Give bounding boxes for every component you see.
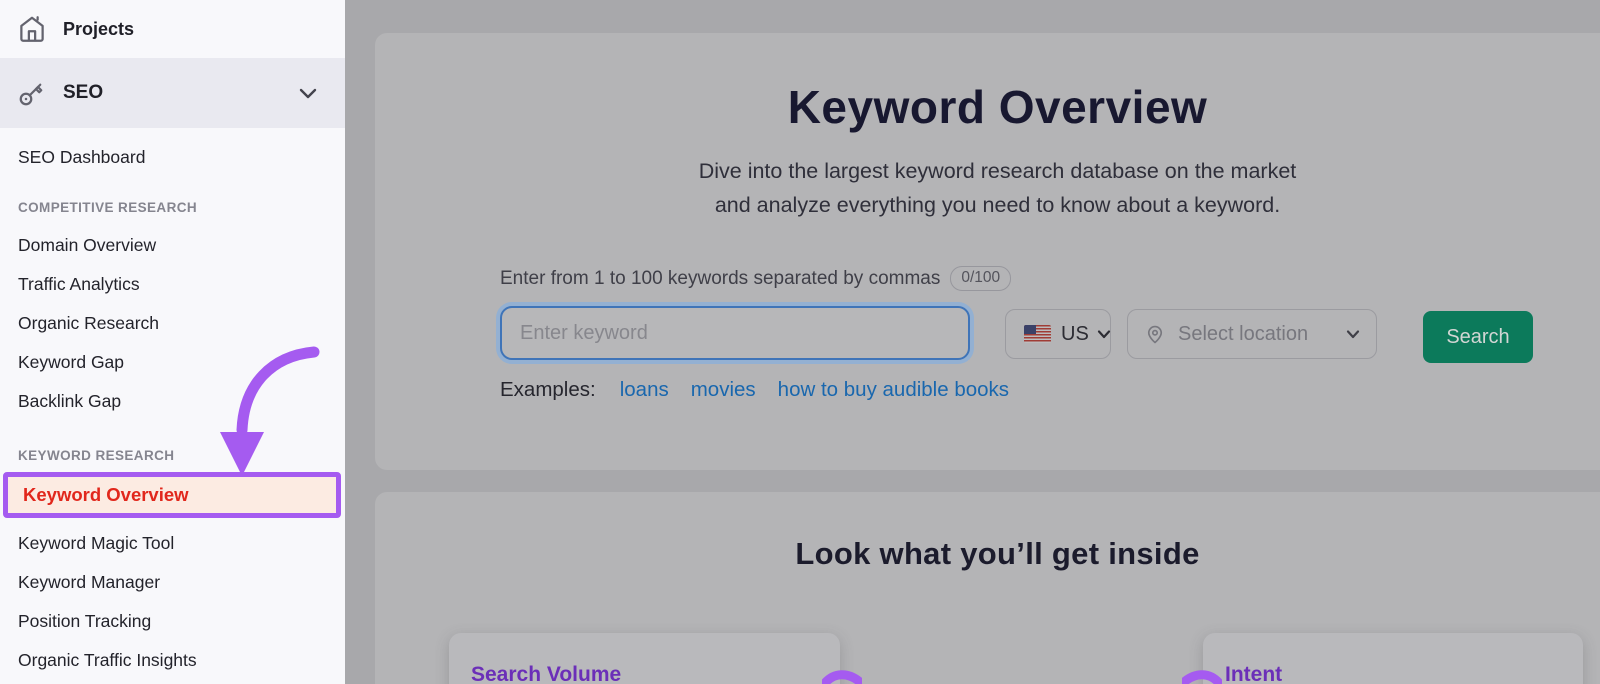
sidebar-item-organic-research[interactable]: Organic Research bbox=[0, 304, 345, 343]
chevron-down-icon[interactable] bbox=[299, 87, 317, 99]
examples-label: Examples: bbox=[500, 378, 596, 402]
country-code: US bbox=[1061, 323, 1089, 346]
chevron-down-icon bbox=[1097, 329, 1111, 339]
location-placeholder: Select location bbox=[1178, 323, 1308, 346]
page-subtitle-line1: Dive into the largest keyword research d… bbox=[375, 154, 1600, 188]
search-button[interactable]: Search bbox=[1423, 311, 1533, 363]
sidebar-item-backlink-gap[interactable]: Backlink Gap bbox=[0, 382, 345, 421]
keyword-input[interactable] bbox=[500, 306, 970, 360]
sidebar-item-traffic-analytics[interactable]: Traffic Analytics bbox=[0, 265, 345, 304]
search-volume-card: Search Volume bbox=[449, 633, 840, 684]
sidebar-header-competitive-research: COMPETITIVE RESEARCH bbox=[0, 177, 345, 226]
keyword-overview-card: Keyword Overview Dive into the largest k… bbox=[375, 33, 1600, 470]
sidebar-item-keyword-gap[interactable]: Keyword Gap bbox=[0, 343, 345, 382]
search-label: Enter from 1 to 100 keywords separated b… bbox=[500, 268, 940, 290]
main-content: Keyword Overview Dive into the largest k… bbox=[345, 0, 1600, 684]
us-flag-icon bbox=[1024, 325, 1051, 343]
example-link-audible-books[interactable]: how to buy audible books bbox=[778, 378, 1009, 402]
sidebar-item-keyword-manager[interactable]: Keyword Manager bbox=[0, 563, 345, 602]
inside-preview-card: Look what you’ll get inside Search Volum… bbox=[375, 492, 1600, 684]
page-subtitle: Dive into the largest keyword research d… bbox=[375, 154, 1600, 222]
sidebar-item-keyword-overview-active[interactable]: Keyword Overview bbox=[3, 472, 341, 518]
search-label-row: Enter from 1 to 100 keywords separated b… bbox=[500, 266, 1011, 291]
page-title: Keyword Overview bbox=[375, 80, 1600, 134]
location-dropdown[interactable]: Select location bbox=[1127, 309, 1377, 359]
sidebar-menu: SEO Dashboard COMPETITIVE RESEARCH Domai… bbox=[0, 138, 345, 680]
country-dropdown[interactable]: US bbox=[1005, 309, 1111, 359]
sidebar-item-organic-traffic-insights[interactable]: Organic Traffic Insights bbox=[0, 641, 345, 680]
location-pin-icon bbox=[1144, 323, 1166, 345]
app-root: Projects SEO SEO Dashboard COMPETITIVE R… bbox=[0, 0, 1600, 684]
intent-card-title: Intent bbox=[1225, 663, 1282, 684]
sidebar-projects-label: Projects bbox=[63, 19, 134, 40]
sidebar-header-keyword-research: KEYWORD RESEARCH bbox=[0, 421, 345, 472]
sidebar-item-keyword-magic-tool[interactable]: Keyword Magic Tool bbox=[0, 524, 345, 563]
search-volume-card-title: Search Volume bbox=[471, 663, 621, 684]
chevron-down-icon bbox=[1346, 329, 1360, 339]
examples-row: Examples: loans movies how to buy audibl… bbox=[500, 378, 1031, 402]
sidebar-item-seo-dashboard[interactable]: SEO Dashboard bbox=[0, 138, 345, 177]
key-icon bbox=[17, 78, 47, 108]
example-link-loans[interactable]: loans bbox=[620, 378, 669, 402]
keyword-counter-badge: 0/100 bbox=[950, 266, 1011, 291]
sidebar-item-position-tracking[interactable]: Position Tracking bbox=[0, 602, 345, 641]
intent-card: Intent bbox=[1203, 633, 1583, 684]
sidebar: Projects SEO SEO Dashboard COMPETITIVE R… bbox=[0, 0, 345, 684]
sidebar-item-domain-overview[interactable]: Domain Overview bbox=[0, 226, 345, 265]
home-icon bbox=[17, 14, 47, 44]
sidebar-section-seo[interactable]: SEO bbox=[0, 58, 345, 128]
inside-section-title: Look what you’ll get inside bbox=[375, 536, 1600, 572]
page-subtitle-line2: and analyze everything you need to know … bbox=[375, 188, 1600, 222]
sidebar-item-projects[interactable]: Projects bbox=[0, 0, 345, 58]
example-link-movies[interactable]: movies bbox=[691, 378, 756, 402]
sidebar-seo-label: SEO bbox=[63, 82, 103, 104]
